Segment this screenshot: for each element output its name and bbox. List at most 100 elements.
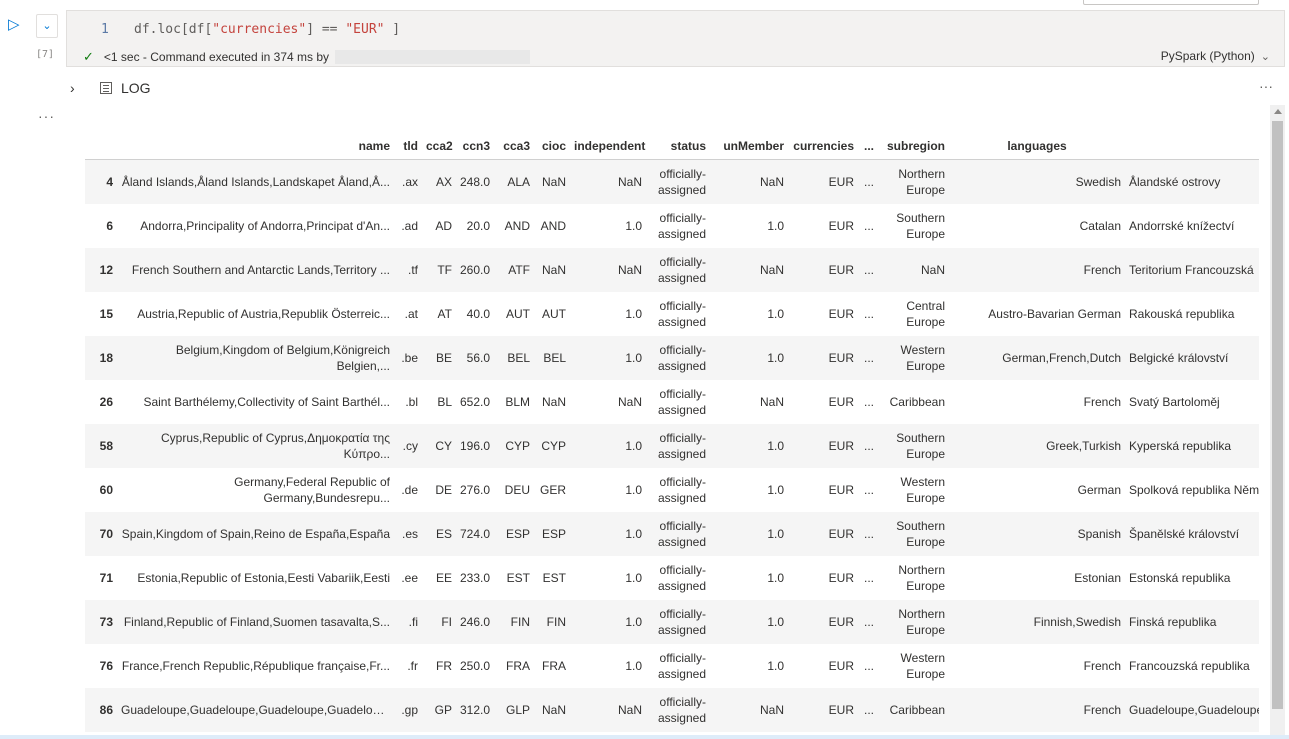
table-cell: EE [435,571,452,585]
top-input-field[interactable] [1083,0,1259,5]
table-cell: Western Europe [878,336,949,380]
code-line[interactable]: df.loc[df["currencies"] == "EUR" ] [134,22,400,37]
table-cell: NaN [541,395,566,409]
table-cell: Estonská republika [1129,571,1231,585]
table-cell: DEU [504,483,530,497]
table-cell: 1.0 [570,336,646,380]
column-header[interactable]: cca2 [422,133,456,160]
table-cell: 4 [85,159,117,204]
table-cell: 56.0 [456,336,494,380]
column-header[interactable]: ... [858,133,878,160]
table-cell: EUR [788,248,858,292]
table-cell: 71 [99,571,113,585]
table-cell: 1.0 [710,424,788,468]
table-cell: 6 [106,219,113,233]
column-header[interactable]: cca3 [494,133,534,160]
table-cell: .de [401,483,418,497]
table-cell: Austro-Bavarian German [988,307,1121,321]
table-cell: 1.0 [570,512,646,556]
table-cell: Ålandské ostrovy [1125,159,1259,204]
table-cell: 70 [85,512,117,556]
status-text: <1 sec - Command executed in 374 ms by [103,50,330,64]
more-options-icon[interactable]: ··· [38,108,55,124]
table-cell: CYP [534,424,570,468]
table-cell: NaN [617,395,642,409]
table-cell: EUR [828,659,854,673]
table-cell: Svatý Bartoloměj [1129,395,1220,409]
table-cell: officially-assigned [646,248,710,292]
column-header[interactable]: name [117,133,394,160]
dataframe-table: name tld cca2 ccn3 cca3 cioc independent… [85,133,1259,732]
chevron-down-icon[interactable]: ⌄ [36,14,58,38]
table-cell: GER [539,483,566,497]
table-cell: ES [422,512,456,556]
column-header[interactable]: ccn3 [456,133,494,160]
chevron-right-icon[interactable]: › [70,80,84,96]
table-row[interactable]: 76 France,French Republic,République fran… [85,644,1259,688]
table-row[interactable]: 12 French Southern and Antarctic Lands,Te… [85,248,1259,292]
scroll-up-icon[interactable] [1274,109,1282,114]
table-cell: 1.0 [767,483,784,497]
table-cell: NaN [570,688,646,732]
table-cell: Spanish [949,512,1125,556]
scroll-thumb[interactable] [1272,121,1283,709]
language-selector[interactable]: PySpark (Python) ⌄ [1161,49,1270,63]
table-cell: Teritorium Francouzská [1125,248,1259,292]
execution-status: ✓ <1 sec - Command executed in 374 ms by [83,49,531,65]
column-header[interactable]: independent [570,133,646,160]
table-row[interactable]: 6 Andorra,Principality of Andorra,Princip… [85,204,1259,248]
table-row[interactable]: 15 Austria,Republic of Austria,Republik Ö… [85,292,1259,336]
table-cell: officially-assigned [657,299,706,329]
dataframe-output[interactable]: name tld cca2 ccn3 cca3 cioc independent… [85,133,1259,739]
table-cell: 312.0 [456,688,494,732]
more-options-icon[interactable]: ··· [1259,78,1273,94]
run-cell-icon[interactable]: ▷ [8,16,24,34]
table-row[interactable]: 70 Spain,Kingdom of Spain,Reino de España… [85,512,1259,556]
table-row[interactable]: 86 Guadeloupe,Guadeloupe,Guadeloupe,Guade… [85,688,1259,732]
column-header[interactable] [1125,133,1259,160]
table-cell: Belgické království [1125,336,1259,380]
table-cell: 248.0 [456,159,494,204]
table-cell: France,French Republic,République frança… [121,659,390,673]
table-cell: 246.0 [456,600,494,644]
table-cell: 1.0 [767,307,784,321]
column-header[interactable]: cioc [534,133,570,160]
table-cell: 18 [85,336,117,380]
table-cell: .fi [394,600,422,644]
code-cell[interactable]: 1 df.loc[df["currencies"] == "EUR" ] ✓ <… [66,10,1285,67]
table-cell: GLP [494,688,534,732]
column-header[interactable]: subregion [878,133,949,160]
table-cell: ... [858,248,878,292]
table-cell: 76 [99,659,113,673]
table-cell: CYP [494,424,534,468]
log-toggle[interactable]: › LOG [70,78,151,98]
table-cell: CY [422,424,456,468]
table-cell: 724.0 [456,512,494,556]
bottom-scrollbar[interactable] [0,735,1289,739]
table-cell: ... [858,688,878,732]
table-row[interactable]: 71 Estonia,Republic of Estonia,Eesti Vaba… [85,556,1259,600]
table-row[interactable]: 4 Åland Islands,Åland Islands,Landskapet … [85,159,1259,204]
table-row[interactable]: 58 Cyprus,Republic of Cyprus,Δημοκρατία τ… [85,424,1259,468]
table-cell: 276.0 [460,483,491,497]
table-cell: 86 [85,688,117,732]
table-row[interactable]: 60 Germany,Federal Republic of Germany,Bu… [85,468,1259,512]
table-row[interactable]: 18 Belgium,Kingdom of Belgium,Königreich … [85,336,1259,380]
table-row[interactable]: 26 Saint Barthélemy,Collectivity of Saint… [85,380,1259,424]
table-cell: AT [437,307,452,321]
table-cell: EUR [788,600,858,644]
column-header[interactable]: languages [949,133,1125,160]
table-cell: 20.0 [466,219,490,233]
column-header[interactable]: unMember [710,133,788,160]
column-header[interactable]: status [646,133,710,160]
vertical-scrollbar[interactable] [1270,105,1285,739]
table-cell: BLM [505,395,530,409]
table-row[interactable]: 73 Finland,Republic of Finland,Suomen tas… [85,600,1259,644]
table-cell: Belgium,Kingdom of Belgium,Königreich Be… [117,336,394,380]
redacted-user [335,50,531,64]
table-cell: 1.0 [625,307,642,321]
column-header[interactable] [85,133,117,160]
column-header[interactable]: currencies [788,133,858,160]
table-cell: .at [404,307,418,321]
column-header[interactable]: tld [394,133,422,160]
